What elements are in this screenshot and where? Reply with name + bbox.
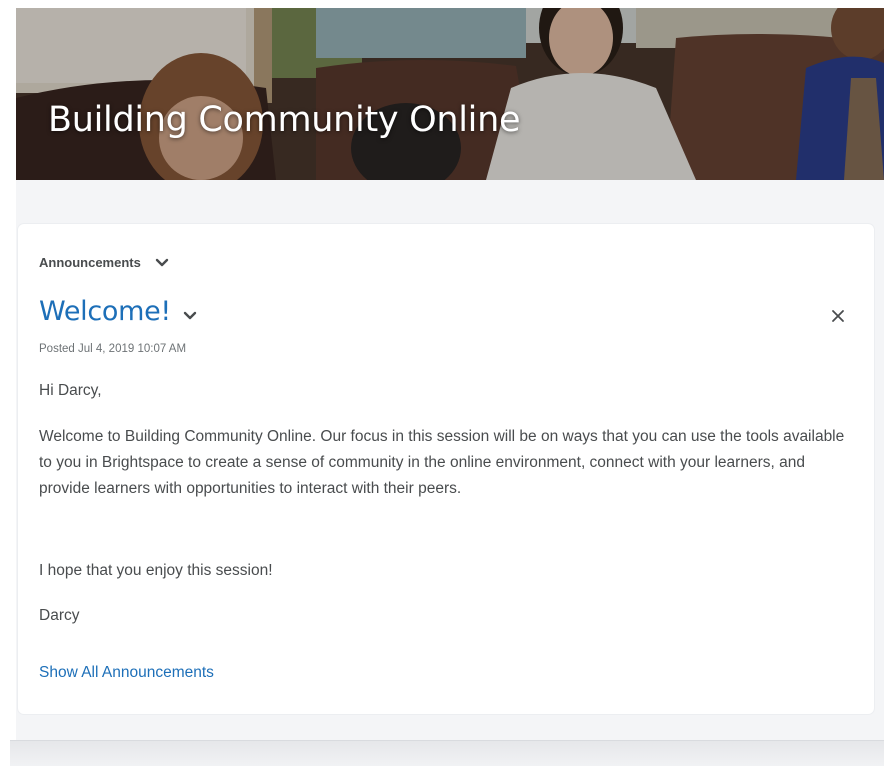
chevron-down-icon[interactable] <box>183 311 197 321</box>
course-title: Building Community Online <box>48 100 521 140</box>
widget-title: Announcements <box>39 255 141 270</box>
course-homepage: Building Community Online Announcements … <box>10 8 884 766</box>
announcement-signoff: Darcy <box>39 607 80 624</box>
show-all-announcements-link[interactable]: Show All Announcements <box>39 664 214 682</box>
posted-date: Posted Jul 4, 2019 10:07 AM <box>39 343 187 355</box>
widget-header[interactable]: Announcements <box>39 255 169 270</box>
announcement-closing: I hope that you enjoy this session! <box>39 562 273 579</box>
chevron-down-icon[interactable] <box>155 258 169 268</box>
page: Building Community Online Announcements … <box>0 0 884 766</box>
close-icon[interactable] <box>828 306 848 326</box>
announcement-title[interactable]: Welcome! <box>39 296 171 327</box>
announcement-greeting: Hi Darcy, <box>39 382 102 399</box>
announcement-title-row: Welcome! <box>39 296 197 327</box>
announcement-paragraph: Welcome to Building Community Online. Ou… <box>39 428 845 497</box>
banner-image <box>16 8 884 180</box>
announcements-widget: Announcements Welcome! Posted Jul 4, 201… <box>18 224 874 714</box>
course-banner: Building Community Online <box>16 8 884 180</box>
next-widget-edge <box>10 740 884 766</box>
